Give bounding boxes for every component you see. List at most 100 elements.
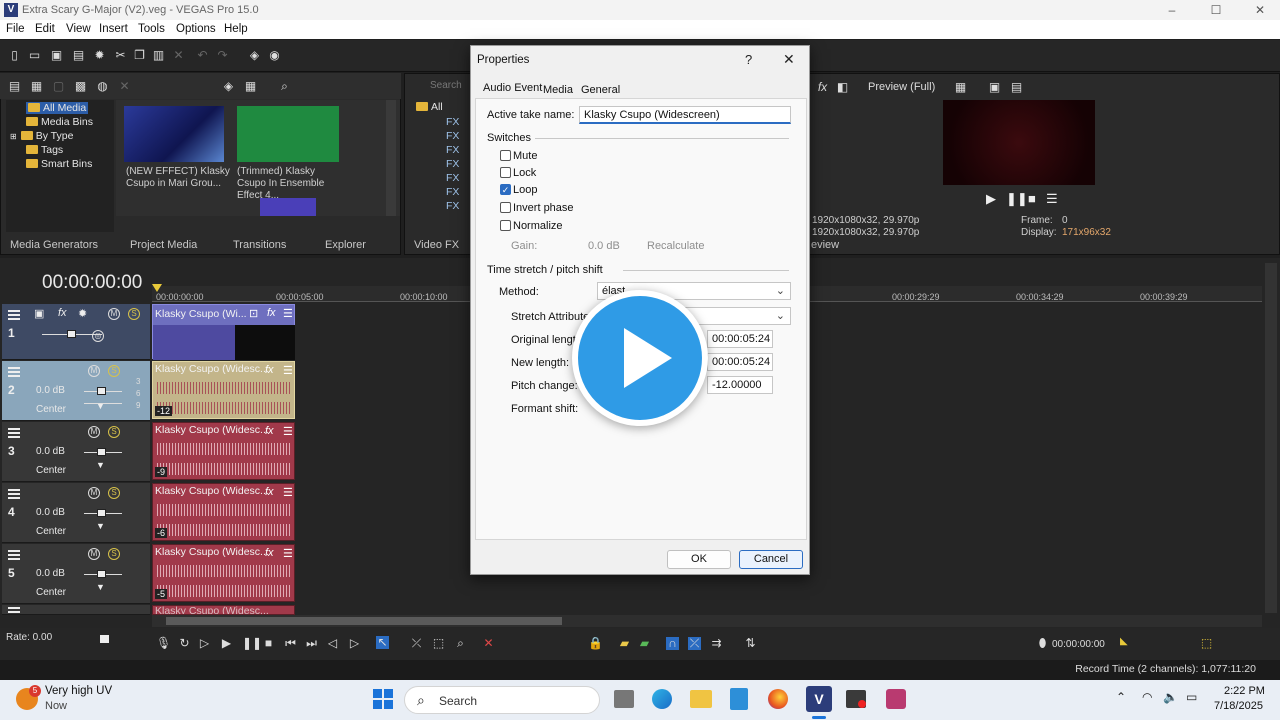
audio-event[interactable]: Klasky Csupo (Widesc... fx ☰ -9: [152, 422, 295, 480]
pan-slider[interactable]: ▼: [96, 401, 105, 411]
media-thumbnail[interactable]: [260, 198, 316, 216]
windows-start-icon[interactable]: [373, 689, 393, 709]
track-menu-icon[interactable]: [8, 489, 20, 499]
track-menu-icon[interactable]: [8, 428, 20, 438]
event-fx-icon[interactable]: fx: [267, 307, 276, 319]
capture-icon[interactable]: ▦: [30, 80, 43, 93]
preview-layout-icon[interactable]: ◧: [836, 81, 849, 94]
volume-icon[interactable]: 🔈: [1163, 690, 1178, 704]
media-scrollbar[interactable]: [386, 100, 396, 216]
fx-item[interactable]: FX: [446, 172, 459, 184]
tab-audio-event[interactable]: Audio Event: [483, 82, 542, 94]
track-menu-icon[interactable]: [8, 550, 20, 560]
globe-icon[interactable]: ◍: [96, 80, 109, 93]
mute-checkbox[interactable]: [500, 150, 511, 161]
fx-item[interactable]: FX: [446, 158, 459, 170]
normalize-checkbox[interactable]: [500, 220, 511, 231]
preview-quality-dropdown[interactable]: Preview (Full): [868, 81, 935, 93]
render-icon[interactable]: ◈: [248, 49, 261, 62]
new-file-icon[interactable]: ▯: [8, 49, 21, 62]
save-snapshot-icon[interactable]: ▤: [1010, 81, 1023, 94]
track-header-audio[interactable]: 3 M S 0.0 dB Center ▼: [2, 422, 150, 482]
dialog-help-button[interactable]: ?: [745, 52, 752, 67]
event-menu-icon[interactable]: ☰: [283, 547, 293, 560]
media-thumbnail[interactable]: [124, 106, 224, 162]
compositing-mode-icon[interactable]: ◎: [92, 330, 104, 342]
tree-tags[interactable]: Tags: [26, 144, 63, 156]
timeline-horizontal-scrollbar[interactable]: [152, 615, 1262, 627]
open-folder-icon[interactable]: ▭: [28, 49, 41, 62]
copy-snapshot-icon[interactable]: ▣: [988, 81, 1001, 94]
lock-icon[interactable]: 🔒: [588, 637, 603, 650]
event-fx-icon[interactable]: fx: [265, 364, 274, 376]
track-menu-icon[interactable]: [8, 310, 20, 320]
fx-item[interactable]: FX: [446, 186, 459, 198]
menu-insert[interactable]: Insert: [99, 23, 128, 35]
timeline-vertical-scrollbar[interactable]: [1265, 263, 1277, 613]
record-icon[interactable]: 🎙: [156, 637, 171, 650]
event-pan-crop-icon[interactable]: ⊡: [249, 307, 258, 320]
menu-options[interactable]: Options: [176, 23, 216, 35]
ripple-icon[interactable]: ⇉: [710, 637, 723, 650]
tab-video-fx[interactable]: Video FX: [414, 239, 459, 251]
search-media-icon[interactable]: ⌕: [278, 80, 291, 93]
original-length-field[interactable]: 00:00:05:24: [707, 330, 773, 348]
event-fx-icon[interactable]: fx: [265, 547, 274, 559]
fx-item[interactable]: FX: [446, 130, 459, 142]
track-menu-icon[interactable]: [8, 607, 20, 614]
video-play-overlay[interactable]: [572, 290, 708, 426]
tab-transitions[interactable]: Transitions: [233, 239, 286, 251]
audio-event[interactable]: Klasky Csupo (Widesc... fx ☰ -6: [152, 483, 295, 541]
new-length-field[interactable]: 00:00:05:24: [707, 353, 773, 371]
wifi-icon[interactable]: ◠: [1142, 690, 1152, 704]
dialog-close-button[interactable]: ✕: [783, 51, 795, 68]
clock-date[interactable]: 7/18/2025: [1214, 700, 1263, 712]
fx-item[interactable]: FX: [446, 144, 459, 156]
vegas-taskbar-icon[interactable]: V: [806, 686, 832, 712]
lock-envelopes-icon[interactable]: ⇅: [744, 637, 757, 650]
menu-view[interactable]: View: [66, 23, 91, 35]
grid-view-icon[interactable]: ▦: [244, 80, 257, 93]
file-explorer-icon[interactable]: [690, 690, 712, 708]
volume-slider[interactable]: [97, 509, 106, 517]
menu-file[interactable]: File: [6, 23, 25, 35]
video-fx-icon[interactable]: fx: [816, 81, 829, 94]
transport-pause-icon[interactable]: ❚❚: [242, 637, 262, 650]
tab-general[interactable]: General: [581, 84, 620, 96]
solo-icon[interactable]: S: [128, 308, 140, 320]
delete-icon[interactable]: ✕: [172, 49, 185, 62]
copy-icon[interactable]: ❐: [133, 49, 146, 62]
views-icon[interactable]: ◈: [222, 80, 235, 93]
tree-all-media[interactable]: All Media: [26, 102, 89, 114]
tree-media-bins[interactable]: Media Bins: [26, 116, 93, 128]
active-take-input[interactable]: Klasky Csupo (Widescreen): [579, 106, 791, 124]
cancel-button[interactable]: Cancel: [739, 550, 803, 569]
mute-icon[interactable]: M: [88, 487, 100, 499]
pan-slider[interactable]: ▼: [96, 582, 105, 592]
pan-slider[interactable]: ▼: [96, 460, 105, 470]
preview-menu-icon[interactable]: ☰: [1046, 191, 1058, 207]
track-header-audio[interactable]: [2, 605, 150, 615]
tree-by-type[interactable]: ⊞ By Type: [10, 130, 73, 142]
volume-slider[interactable]: [97, 448, 106, 456]
marker-icon[interactable]: ▰: [618, 637, 631, 650]
tab-explorer[interactable]: Explorer: [325, 239, 366, 251]
minimize-button[interactable]: –: [1162, 2, 1182, 18]
media-fx-icon[interactable]: ▩: [74, 80, 87, 93]
import-media-icon[interactable]: ▤: [8, 80, 21, 93]
ok-button[interactable]: OK: [667, 550, 731, 569]
event-menu-icon[interactable]: ☰: [283, 364, 293, 377]
envelope-tool-icon[interactable]: ⤫: [410, 637, 423, 650]
transport-stop-icon[interactable]: ■: [262, 637, 275, 650]
pan-slider[interactable]: ▼: [96, 521, 105, 531]
tab-media-generators[interactable]: Media Generators: [10, 239, 98, 251]
menu-edit[interactable]: Edit: [35, 23, 55, 35]
fx-item[interactable]: FX: [446, 116, 459, 128]
media-thumbnail[interactable]: [237, 106, 339, 162]
stop-icon[interactable]: ■: [1028, 191, 1036, 206]
firefox-icon[interactable]: [768, 689, 788, 709]
track-motion-icon[interactable]: ▣: [34, 307, 44, 320]
taskbar-search-box[interactable]: ⌕ Search: [404, 686, 600, 714]
task-view-icon[interactable]: [614, 690, 634, 708]
track-header-audio[interactable]: 2 M S 0.0 dB Center ▼: [2, 361, 150, 421]
